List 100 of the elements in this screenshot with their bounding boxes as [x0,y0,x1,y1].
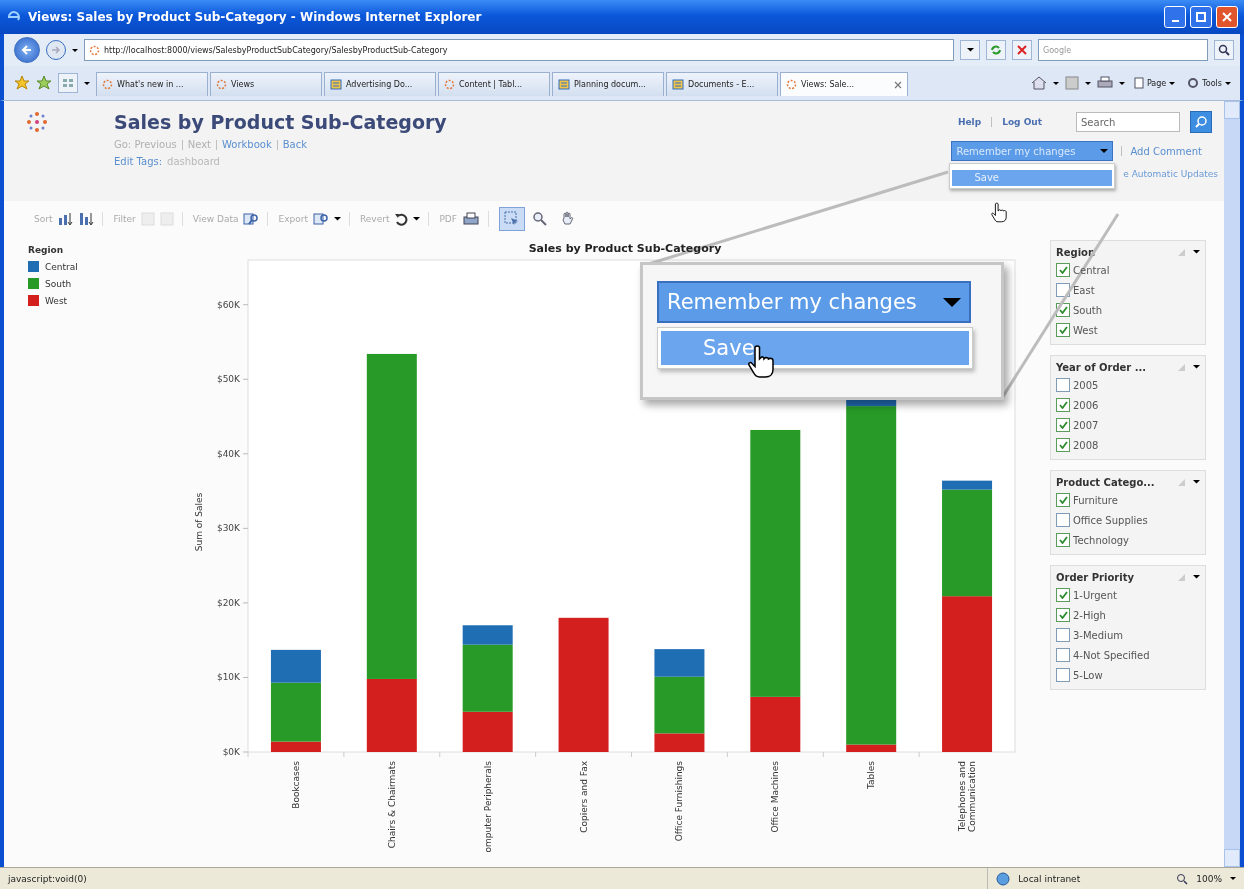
arrow-left-icon [21,44,33,56]
tick-label: $60K [216,299,240,310]
minimize-button[interactable] [1164,6,1186,28]
toolbar-label: Revert [359,214,390,224]
zoom-level[interactable]: 100% [1196,873,1222,884]
filter-option-label: 2005 [1073,379,1099,391]
quick-tabs-button[interactable] [58,73,78,93]
document-icon [558,79,570,90]
browser-tab[interactable]: Views: Sale... [780,72,908,96]
filter-menu-caret-icon [1193,250,1200,254]
page-title: Sales by Product Sub-Category [114,111,447,133]
dots-logo-icon [89,44,100,56]
tick-label: $50K [216,374,240,385]
address-field[interactable]: http://localhost:8000/views/SalesbyProductSubCategory/SalesbyProductSub-Category [84,39,954,61]
legend-label: Central [45,261,78,272]
tick-label: $0K [222,747,240,757]
command-menu-button[interactable]: Page [1130,77,1179,89]
caret-icon [1100,149,1109,153]
browser-tab[interactable]: What's new in ... [96,72,208,96]
command-menu-button[interactable]: Tools [1184,77,1234,89]
remember-changes-dropdown[interactable]: Remember my changes [951,141,1114,161]
checkbox[interactable] [1056,588,1070,602]
category-label: omputer Peripherals [482,761,493,853]
filter-option-label: 5-Low [1073,669,1103,681]
filter-option-label: Furniture [1073,494,1118,506]
checkbox[interactable] [1056,493,1070,507]
browser-tab[interactable]: Content | Tabl... [438,72,550,96]
check-icon [1058,326,1068,334]
tool-button[interactable] [498,207,525,231]
checkbox[interactable] [1056,513,1070,527]
caret-icon [1230,877,1236,880]
browser-tab[interactable]: Views [210,72,322,96]
search-field[interactable]: Google [1038,39,1208,61]
browser-tab[interactable]: Advertising Do... [324,72,436,96]
nav-link[interactable]: Back [282,139,307,150]
check-icon [1058,441,1068,449]
stop-button[interactable] [1012,40,1032,60]
close-icon [1222,12,1232,22]
nav-link[interactable]: Workbook [222,139,272,150]
checkbox[interactable] [1056,418,1070,432]
close-tab-icon[interactable] [894,80,902,89]
checkbox[interactable] [1056,533,1070,547]
grid-icon [62,78,74,88]
remember-changes-dropdown[interactable]: Remember my changes [657,281,971,323]
category-label: Chairs & Chairmats [386,761,397,849]
check-icon [1058,611,1068,619]
filter-option-label: West [1073,324,1098,336]
checkbox[interactable] [1056,378,1070,392]
back-button[interactable] [14,37,40,63]
header-link[interactable]: Log Out [1002,117,1042,127]
axis-title: Sum of Sales [194,492,204,552]
search-button[interactable] [1214,40,1234,60]
security-zone: Local intranet [1018,873,1082,884]
search-icon [1194,115,1208,129]
checkbox[interactable] [1056,263,1070,277]
checkbox[interactable] [1056,648,1070,662]
gear-icon [1187,77,1200,89]
category-label: Copiers and Fax [578,761,589,833]
checkbox[interactable] [1056,398,1070,412]
toolbar-label: View Data [192,214,239,224]
caret-icon [1084,81,1091,85]
header-link[interactable]: Help [957,117,982,127]
dots-logo-icon [102,79,113,90]
check-icon [1058,306,1068,314]
checkbox[interactable] [1056,668,1070,682]
search-icon [1218,44,1230,56]
hand-cursor-icon [990,202,1008,224]
edit-tags-link[interactable]: Edit Tags: [114,156,163,167]
save-menu-item[interactable]: Save [661,331,969,365]
window-title: Views: Sales by Product Sub-Category - Windows Internet Explorer [28,10,483,24]
dots-logo-icon [786,79,797,90]
resize-grip-icon [1178,248,1185,256]
filter-menu-caret-icon [1193,480,1200,484]
filter-title: Product Catego... [1056,476,1155,488]
refresh-icon [990,44,1002,56]
maximize-button[interactable] [1190,6,1212,28]
checkbox[interactable] [1056,323,1070,337]
automatic-updates-link[interactable]: e Automatic Updates [1123,169,1218,179]
checkbox[interactable] [1056,438,1070,452]
filter-option-label: South [1073,304,1103,316]
category-label: Bookcases [290,761,301,809]
filter-option-label: 2006 [1073,399,1099,411]
filter-option-label: 2008 [1073,439,1099,451]
star-icon [14,75,30,91]
checkbox[interactable] [1056,608,1070,622]
filter-option-label: East [1073,284,1095,296]
scrollbar[interactable] [1224,101,1240,867]
add-comment-link[interactable]: Add Comment [1130,145,1202,157]
browser-tab[interactable]: Documents - E... [666,72,778,96]
browser-tab[interactable]: Planning docum... [552,72,664,96]
checkbox[interactable] [1056,283,1070,297]
close-button[interactable] [1216,6,1238,28]
check-icon [1058,266,1068,274]
checkbox[interactable] [1056,628,1070,642]
category-label: Telephones and Communication [957,761,978,832]
search-field[interactable]: Search [1076,112,1180,132]
search-button[interactable] [1190,111,1212,133]
address-dropdown-button[interactable] [960,40,980,60]
refresh-button[interactable] [986,40,1006,60]
forward-button[interactable] [46,40,66,60]
